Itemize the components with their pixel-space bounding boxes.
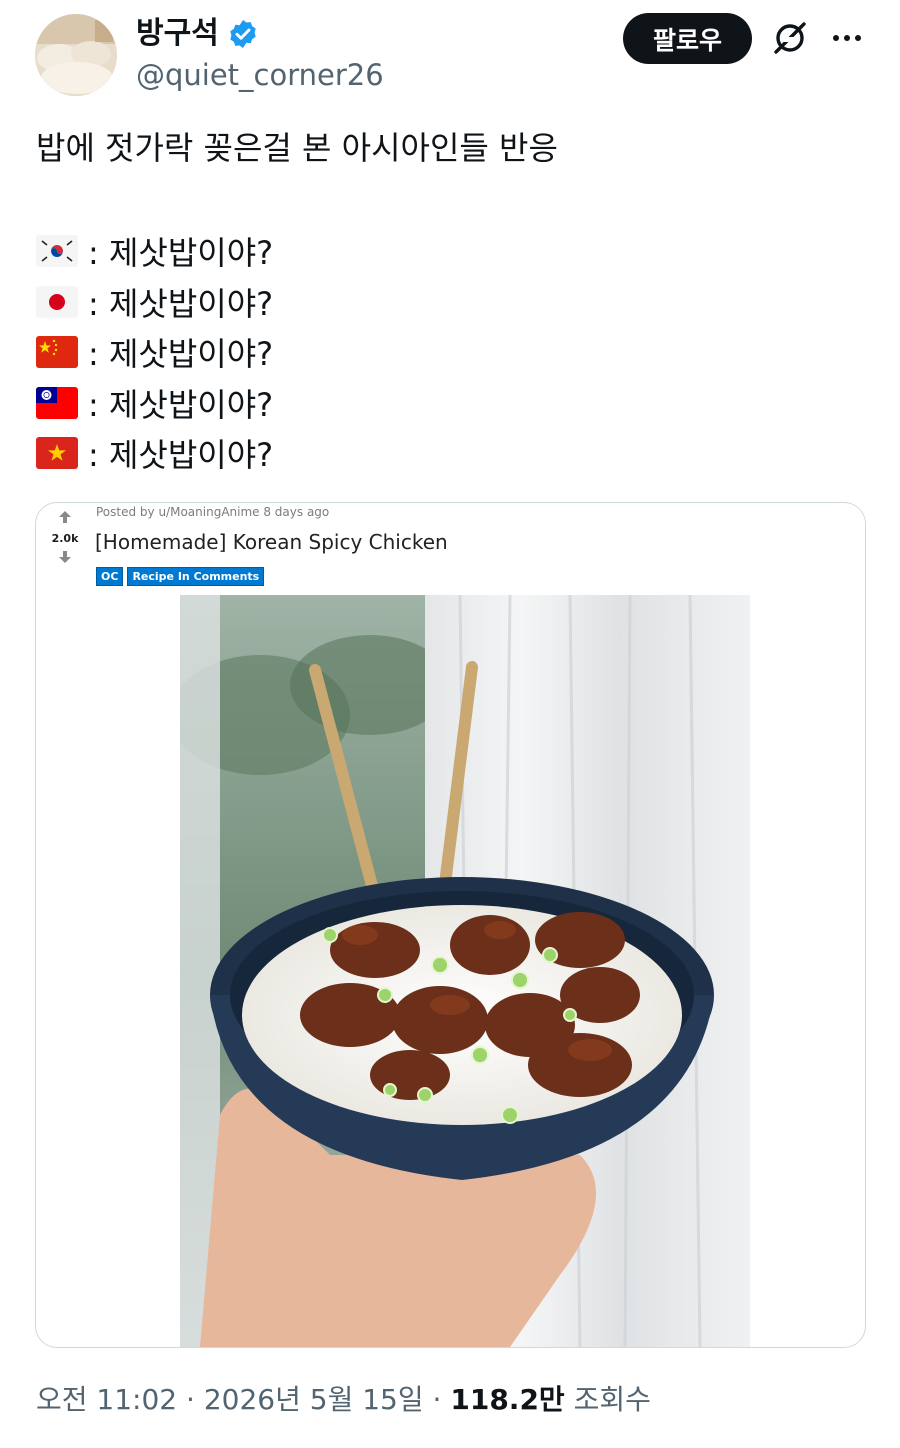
reaction-list: : 제삿밥이야? : 제삿밥이야? : 제삿밥이야?: 제삿밥이야?: 제삿… xyxy=(36,226,273,479)
tweet-time[interactable]: 오전 11:02 xyxy=(36,1383,177,1416)
display-name-text: 방구석 xyxy=(136,16,219,51)
grok-icon[interactable] xyxy=(768,16,812,60)
food-photo xyxy=(180,595,750,1347)
reaction-text: : 제삿밥이야? xyxy=(88,234,274,273)
reaction-line-vietnam: : 제삿밥이야? xyxy=(36,428,273,479)
tweet-metadata: 오전 11:02 · 2026년 5월 15일 · 118.2만 조회수 xyxy=(36,1380,651,1420)
verified-badge-icon[interactable] xyxy=(227,18,259,50)
media-card[interactable]: 2.0k Posted by u/MoaningAnime 8 days ago… xyxy=(35,502,866,1348)
vote-count: 2.0k xyxy=(51,532,79,545)
reaction-line-taiwan: : 제삿밥이야? xyxy=(36,378,273,429)
views-label: 조회수 xyxy=(573,1383,651,1416)
reaction-text: : 제삿밥이야? xyxy=(88,284,274,323)
vote-column: 2.0k xyxy=(44,509,86,568)
flair-oc: OC xyxy=(96,567,124,586)
follow-button[interactable]: 팔로우 xyxy=(623,13,752,64)
separator: · xyxy=(186,1383,195,1416)
reaction-text: : 제삿밥이야? xyxy=(88,385,274,424)
china-flag-icon xyxy=(36,336,78,369)
separator: · xyxy=(432,1383,442,1416)
reaction-line-japan: : 제삿밥이야? xyxy=(36,277,273,328)
tweet-text: 밥에 젓가락 꽂은걸 본 아시아인들 반응 xyxy=(36,129,558,167)
tweet-date[interactable]: 2026년 5월 15일 xyxy=(204,1383,424,1416)
posted-by: Posted by u/MoaningAnime 8 days ago xyxy=(96,505,330,519)
post-title: [Homemade] Korean Spicy Chicken xyxy=(95,530,448,554)
reaction-text: : 제삿밥이야? xyxy=(88,335,274,374)
more-options-icon[interactable] xyxy=(824,16,870,60)
japan-flag-icon xyxy=(36,285,78,318)
reaction-line-china: : 제삿밥이야? xyxy=(36,327,273,378)
flair-recipe: Recipe In Comments xyxy=(127,567,265,586)
user-handle[interactable]: @quiet_corner26 xyxy=(136,56,384,94)
vietnam-flag-icon xyxy=(36,437,78,470)
taiwan-flag-icon xyxy=(36,386,78,419)
upvote-icon xyxy=(58,509,72,528)
display-name[interactable]: 방구석 xyxy=(136,14,259,54)
reaction-line-korea: : 제삿밥이야? xyxy=(36,226,273,277)
reaction-text: : 제삿밥이야? xyxy=(88,436,274,475)
flair-list: OC Recipe In Comments xyxy=(96,567,265,586)
avatar[interactable] xyxy=(35,14,117,96)
views-count: 118.2만 xyxy=(450,1383,565,1416)
south-korea-flag-icon xyxy=(36,235,78,268)
downvote-icon xyxy=(58,549,72,568)
